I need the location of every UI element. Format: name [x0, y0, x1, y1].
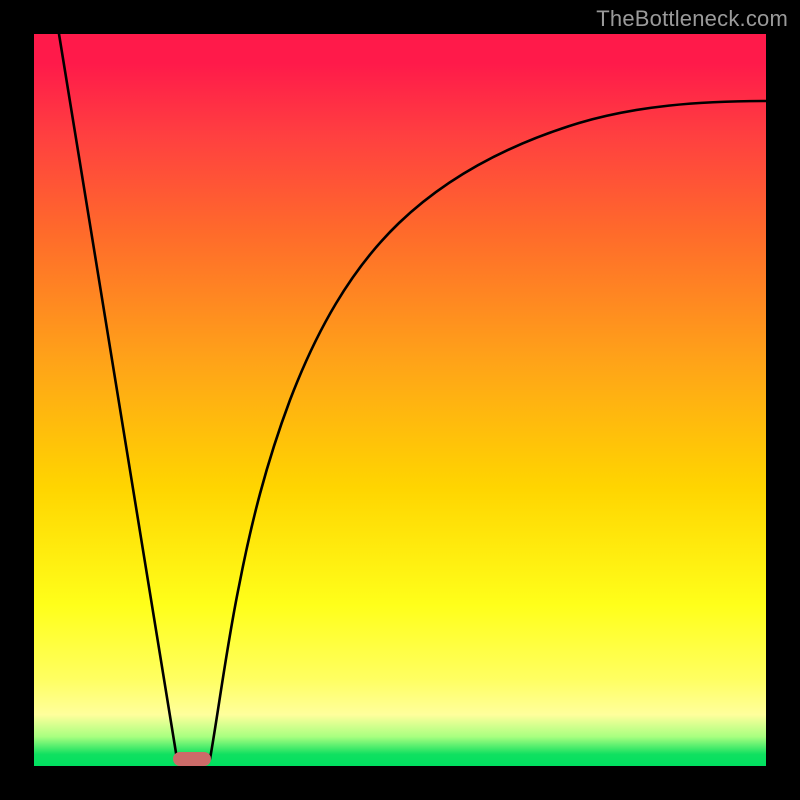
left-line: [59, 34, 177, 759]
optimum-marker: [173, 752, 211, 766]
chart-frame: TheBottleneck.com: [0, 0, 800, 800]
plot-area: [34, 34, 766, 766]
watermark-label: TheBottleneck.com: [596, 6, 788, 32]
right-curve: [210, 101, 766, 759]
curve-overlay: [34, 34, 766, 766]
